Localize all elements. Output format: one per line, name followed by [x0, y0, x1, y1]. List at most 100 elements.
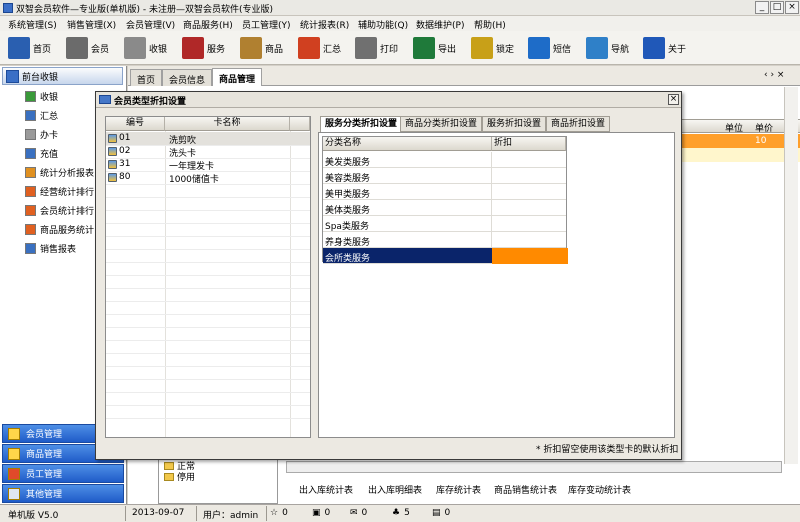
- category-row[interactable]: 美甲类服务: [323, 184, 566, 200]
- tab-scroll-arrows[interactable]: ‹ › ×: [764, 70, 784, 80]
- left-item-cashier[interactable]: 收银: [25, 90, 58, 103]
- toolbar-export-button[interactable]: 导出: [413, 35, 456, 61]
- discount-dialog: 会员类型折扣设置 × 编号 卡名称 01 洗剪吹 02 洗头卡 31 一年理发卡…: [95, 91, 682, 460]
- left-item-summary[interactable]: 汇总: [25, 109, 58, 122]
- toolbar-print-button[interactable]: 打印: [355, 35, 398, 61]
- cell-divider: [491, 168, 492, 184]
- dialog-title-bar: 会员类型折扣设置 ×: [96, 92, 681, 108]
- left-item-card[interactable]: 办卡: [25, 128, 58, 141]
- menu-reports[interactable]: 统计报表(R): [300, 18, 349, 31]
- card-row[interactable]: 31 一年理发卡: [106, 158, 310, 172]
- toolbar-goods-button[interactable]: 商品: [240, 35, 283, 61]
- toolbar-nav-button[interactable]: 导航: [586, 35, 629, 61]
- goods-row-selected[interactable]: [681, 134, 800, 148]
- card-row[interactable]: 02 洗头卡: [106, 145, 310, 159]
- status-counter-book: ▤ 0: [432, 508, 451, 518]
- report-tab-inout-stats[interactable]: 出入库统计表: [299, 483, 353, 496]
- tab-home[interactable]: 首页: [130, 69, 163, 86]
- vertical-scrollbar[interactable]: [784, 87, 798, 464]
- left-item-stats[interactable]: 统计分析报表: [25, 166, 94, 179]
- tab-goods-category-discount[interactable]: 商品分类折扣设置: [400, 116, 483, 132]
- grid-rule: [106, 418, 310, 419]
- card-row[interactable]: 01 洗剪吹: [106, 132, 310, 146]
- tab-service-discount[interactable]: 服务折扣设置: [482, 116, 547, 132]
- card-row[interactable]: 80 1000储值卡: [106, 171, 310, 185]
- menu-member[interactable]: 会员管理(V): [126, 18, 175, 31]
- category-row[interactable]: 美发类服务: [323, 152, 566, 168]
- goods-row[interactable]: [681, 148, 800, 162]
- left-item-recharge[interactable]: 充值: [25, 147, 58, 160]
- nav-other-management[interactable]: 其他管理: [2, 484, 124, 503]
- folder-icon: [164, 461, 174, 470]
- tree-item-disabled[interactable]: 停用: [164, 470, 195, 483]
- report-tab-inout-detail[interactable]: 出入库明细表: [368, 483, 422, 496]
- nav-staff-management[interactable]: 员工管理: [2, 464, 124, 483]
- col-card-id[interactable]: 编号: [106, 117, 165, 131]
- lock-icon: [471, 37, 493, 59]
- phone-icon: [528, 37, 550, 59]
- report-tab-stock-stats[interactable]: 库存统计表: [436, 483, 481, 496]
- grid-rule: [106, 288, 310, 289]
- toolbar-summary-button[interactable]: 汇总: [298, 35, 341, 61]
- left-item-member-rank[interactable]: 会员统计排行: [25, 204, 94, 217]
- close-button[interactable]: ×: [785, 1, 799, 14]
- category-discount-grid: 分类名称 折扣 美发类服务 美容类服务 美甲类服务 美体类服务 Spa类服务 养…: [322, 136, 568, 264]
- box-icon: ▣: [312, 508, 321, 518]
- discount-panel: 分类名称 折扣 美发类服务 美容类服务 美甲类服务 美体类服务 Spa类服务 养…: [318, 132, 675, 438]
- grid-rule: [106, 340, 310, 341]
- col-card-name[interactable]: 卡名称: [165, 117, 290, 131]
- card-icon: [25, 129, 36, 140]
- menu-staff[interactable]: 员工管理(Y): [242, 18, 291, 31]
- dialog-close-button[interactable]: ×: [668, 94, 679, 105]
- horizontal-scrollbar[interactable]: [286, 461, 782, 473]
- toolbar-about-button[interactable]: 关于: [643, 35, 686, 61]
- category-row[interactable]: Spa类服务: [323, 216, 566, 232]
- menu-help[interactable]: 帮助(H): [474, 18, 506, 31]
- col-discount[interactable]: 折扣: [492, 137, 566, 151]
- category-row[interactable]: 美容类服务: [323, 168, 566, 184]
- report-tab-goods-sales[interactable]: 商品销售统计表: [494, 483, 557, 496]
- bar-chart-icon: [25, 205, 36, 216]
- toolbar-service-button[interactable]: 服务: [182, 35, 225, 61]
- message-icon: ✉: [350, 508, 358, 518]
- tab-member-info[interactable]: 会员信息: [162, 69, 213, 86]
- card-icon: [66, 37, 88, 59]
- category-row[interactable]: 美体类服务: [323, 200, 566, 216]
- status-edition: 单机版 V5.0: [8, 511, 59, 521]
- tab-goods-management[interactable]: 商品管理: [212, 68, 263, 86]
- category-row-selected[interactable]: 会所类服务: [323, 248, 568, 264]
- menu-sales[interactable]: 销售管理(X): [67, 18, 116, 31]
- tab-service-category-discount[interactable]: 服务分类折扣设置: [320, 116, 403, 133]
- grid-rule: [106, 379, 310, 380]
- left-item-sales-report[interactable]: 销售报表: [25, 242, 76, 255]
- tab-goods-discount[interactable]: 商品折扣设置: [546, 116, 611, 132]
- col-category-name[interactable]: 分类名称: [323, 137, 492, 151]
- maximize-button[interactable]: □: [770, 1, 784, 14]
- menu-data[interactable]: 数据维护(P): [416, 18, 464, 31]
- grid-rule: [106, 327, 310, 328]
- left-item-business-rank[interactable]: 经营统计排行: [25, 185, 94, 198]
- toolbar-lock-button[interactable]: 锁定: [471, 35, 514, 61]
- toolbar-cashier-button[interactable]: 收银: [124, 35, 167, 61]
- toolbar: 首页 会员 收银 服务 商品 汇总 打印 导出 锁定 短信 导航 关于: [0, 31, 800, 65]
- menu-goods[interactable]: 商品服务(H): [183, 18, 233, 31]
- table-icon: [25, 243, 36, 254]
- cell-divider: [491, 232, 492, 248]
- discount-input-cell[interactable]: [492, 248, 568, 264]
- left-panel-header[interactable]: 前台收银: [2, 67, 123, 85]
- menu-system[interactable]: 系统管理(S): [8, 18, 57, 31]
- category-row[interactable]: 养身类服务: [323, 232, 566, 248]
- minimize-button[interactable]: _: [755, 1, 769, 14]
- menu-tools[interactable]: 辅助功能(Q): [358, 18, 408, 31]
- report-tab-stock-change[interactable]: 库存变动统计表: [568, 483, 631, 496]
- calculator-icon: [124, 37, 146, 59]
- discount-tabs: 服务分类折扣设置 商品分类折扣设置 服务折扣设置 商品折扣设置: [320, 116, 675, 133]
- toolbar-member-button[interactable]: 会员: [66, 35, 109, 61]
- toolbar-sms-button[interactable]: 短信: [528, 35, 571, 61]
- toolbar-home-button[interactable]: 首页: [8, 35, 51, 61]
- info-icon: [643, 37, 665, 59]
- left-item-goods-stats[interactable]: 商品服务统计: [25, 223, 94, 236]
- cart-icon: [25, 91, 36, 102]
- folder-icon: [164, 472, 174, 481]
- card-type-grid: 编号 卡名称 01 洗剪吹 02 洗头卡 31 一年理发卡 80 1000储值卡: [105, 116, 311, 438]
